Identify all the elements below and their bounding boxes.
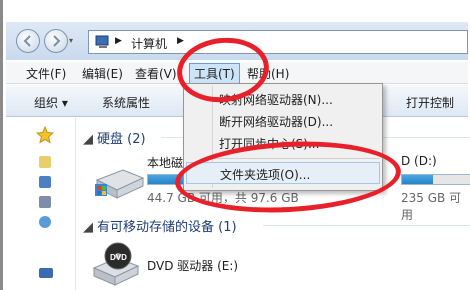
d-drive-usage-fill [402,175,433,184]
recent-places-icon[interactable] [39,196,51,208]
dvd-drive-name[interactable]: DVD 驱动器 (E:) [147,257,238,274]
library-icon[interactable] [39,216,51,228]
menu-item-disconnect-network-drive[interactable]: 断开网络驱动器(D)... [186,110,380,132]
arrow-left-icon [23,35,31,47]
forward-button[interactable] [44,29,68,53]
explorer-window: ▾ ▶ 计算机 ▶ 文件(F) 编辑(E) 查看(V) 工具(T) 帮助(H) … [0,0,470,290]
collapse-arrow-icon: ◢ [83,220,93,235]
d-drive-usage-bar [401,174,470,185]
address-separator: ▶ [115,36,122,46]
open-control-panel-button[interactable]: 打开控制 [406,94,454,111]
navigation-pane [6,118,76,290]
removable-storage-group-header[interactable]: ◢ 有可移动存储的设备 (1) [83,216,237,235]
dvd-badge-text: DVD [110,253,127,262]
group-divider [263,225,470,226]
back-button[interactable] [16,29,40,53]
d-drive-name[interactable]: D (D:) [401,154,437,168]
hard-drive-icon[interactable] [93,162,145,202]
computer-nav-icon[interactable] [39,268,53,278]
arrow-right-icon [53,35,61,47]
hard-drives-group-header[interactable]: ◢ 硬盘 (2) [83,128,146,147]
organize-button[interactable]: 组织 ▾ [34,94,68,111]
address-path-computer[interactable]: 计算机 [131,35,167,52]
desktop-folder-icon[interactable] [39,156,51,168]
hard-drives-group-label: 硬盘 (2) [97,132,146,147]
collapse-arrow-icon: ◢ [83,132,93,147]
menu-view[interactable]: 查看(V) [135,65,177,82]
menu-edit[interactable]: 编辑(E) [82,65,123,82]
d-drive-free-space: 235 GB 可用 [401,191,462,222]
address-bar[interactable]: ▶ 计算机 ▶ [88,30,468,54]
dvd-drive-icon[interactable]: DVD [91,242,141,288]
removable-storage-group-label: 有可移动存储的设备 (1) [97,220,237,235]
system-properties-button[interactable]: 系统属性 [102,94,150,111]
computer-icon [95,35,109,48]
favorites-star-icon[interactable] [36,126,54,144]
address-separator-2: ▶ [177,36,184,46]
recent-pages-dropdown-icon[interactable]: ▾ [69,36,73,45]
menu-file[interactable]: 文件(F) [26,65,66,82]
downloads-folder-icon[interactable] [39,176,51,188]
